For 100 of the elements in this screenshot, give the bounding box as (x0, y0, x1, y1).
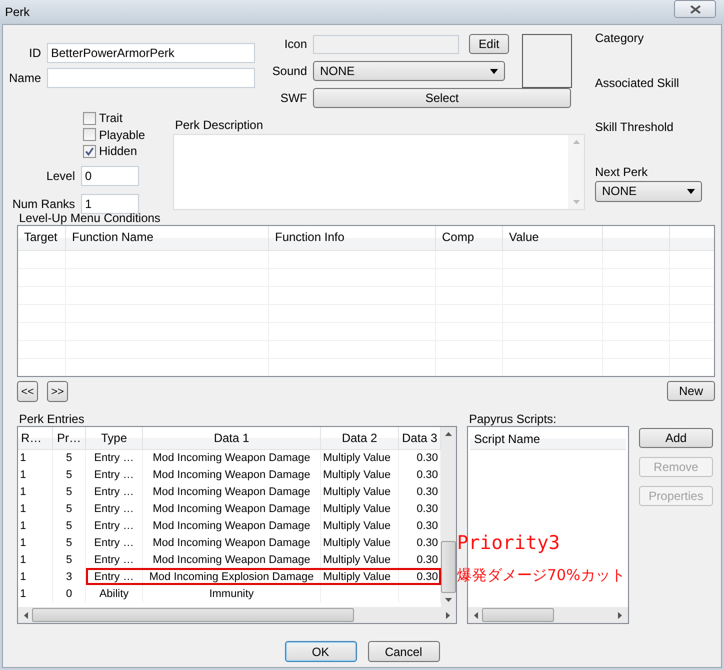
select-button[interactable]: Select (313, 88, 571, 108)
column-header[interactable]: Function Name (66, 226, 269, 250)
table-cell: Entry … (86, 569, 143, 586)
column-header[interactable]: Value (503, 226, 603, 250)
table-cell: 5 (53, 501, 86, 518)
new-button[interactable]: New (667, 381, 715, 401)
table-cell: 1 (18, 586, 53, 603)
close-icon (690, 4, 700, 14)
table-cell: Mod Incoming Explosion Damage (143, 569, 321, 586)
table-cell: Mod Incoming Weapon Damage (143, 518, 321, 535)
annotation-title: Priority3 (457, 532, 561, 554)
dropdown-arrow-icon (490, 68, 498, 74)
papyrus-scripts-label: Papyrus Scripts: (469, 412, 558, 426)
swf-label: SWF (279, 91, 307, 105)
next-perk-label: Next Perk (595, 164, 649, 180)
id-label: ID (28, 46, 41, 60)
table-cell: Entry … (86, 484, 143, 501)
table-cell: Mod Incoming Weapon Damage (143, 552, 321, 569)
id-field[interactable]: BetterPowerArmorPerk (47, 43, 255, 63)
table-cell: Mod Incoming Weapon Damage (143, 535, 321, 552)
table-cell: 5 (53, 518, 86, 535)
column-header[interactable]: Target (18, 226, 66, 250)
checkbox[interactable]: Trait (83, 110, 173, 126)
column-header[interactable]: Pr… (53, 427, 86, 449)
scrollbar[interactable] (468, 607, 628, 623)
table-cell: Entry … (86, 552, 143, 569)
script-action-button[interactable]: Add (639, 428, 713, 448)
scroll-up-icon (445, 432, 452, 436)
edit-button[interactable]: Edit (469, 34, 509, 54)
table-cell: Ability (86, 586, 143, 603)
column-header[interactable]: Comp (436, 226, 503, 250)
table-cell: 1 (18, 467, 53, 484)
name-label: Name (8, 71, 41, 85)
table-cell: Multiply Value (321, 484, 399, 501)
scrollbar[interactable] (441, 427, 456, 607)
table-cell: 1 (18, 450, 53, 467)
table-cell: Multiply Value (321, 450, 399, 467)
next-button[interactable]: >> (47, 381, 68, 402)
sound-dropdown[interactable]: NONE (313, 61, 505, 81)
dialog-button[interactable]: Cancel (368, 641, 440, 662)
table-cell: Multiply Value (321, 501, 399, 518)
close-button[interactable] (674, 0, 716, 18)
table-cell: Entry … (86, 518, 143, 535)
table-cell: 0 (53, 586, 86, 603)
table-cell: Multiply Value (321, 535, 399, 552)
num-ranks-field[interactable]: 1 (81, 194, 139, 214)
scroll-down-icon (572, 200, 580, 204)
sound-label: Sound (271, 64, 307, 78)
table-cell: 1 (18, 518, 53, 535)
level-label: Level (45, 168, 75, 182)
previous-button[interactable]: << (17, 381, 38, 402)
table-cell: Multiply Value (321, 552, 399, 569)
perk-entries-label: Perk Entries (19, 412, 86, 426)
table-cell: 1 (18, 535, 53, 552)
table-cell: 1 (18, 569, 53, 586)
table-cell: Entry … (86, 501, 143, 518)
scrollbar[interactable] (18, 607, 456, 623)
level-field[interactable]: 0 (81, 166, 139, 186)
checkbox-label: Playable (99, 128, 146, 142)
table-cell: Multiply Value (321, 518, 399, 535)
conditions-label: Level-Up Menu Conditions (19, 211, 162, 225)
table-cell: 5 (53, 484, 86, 501)
scroll-left-icon (474, 612, 478, 618)
column-header[interactable]: Type (86, 427, 143, 449)
column-header[interactable]: R… (18, 427, 53, 449)
table-cell: 1 (18, 484, 53, 501)
table-cell: Mod Incoming Weapon Damage (143, 450, 321, 467)
scroll-thumb[interactable] (482, 608, 554, 622)
dialog-button[interactable]: OK (284, 641, 356, 662)
table-cell: Multiply Value (321, 569, 399, 586)
scroll-thumb[interactable] (441, 541, 456, 593)
table-cell: 5 (53, 552, 86, 569)
scroll-left-icon (24, 612, 28, 618)
name-field[interactable] (47, 68, 255, 88)
annotation-note: 爆発ダメージ70%カット (457, 566, 626, 585)
column-header[interactable]: Data 1 (143, 427, 321, 449)
checkbox[interactable]: Hidden (83, 143, 173, 160)
scroll-right-icon (446, 612, 450, 618)
scroll-up-icon (572, 140, 580, 144)
checkmark-icon (85, 146, 94, 156)
table-cell: Entry … (86, 450, 143, 467)
associated-skill-label: Associated Skill (595, 76, 680, 92)
icon-preview-box (522, 34, 572, 88)
column-header[interactable]: Data 2 (321, 427, 399, 449)
scroll-right-icon (618, 612, 622, 618)
scroll-thumb[interactable] (32, 608, 354, 622)
table-cell: Entry … (86, 467, 143, 484)
table-cell: Mod Incoming Weapon Damage (143, 467, 321, 484)
table-cell: Mod Incoming Weapon Damage (143, 484, 321, 501)
window-title: Perk (5, 5, 30, 19)
checkbox-label: Hidden (99, 144, 138, 158)
table-cell: 5 (53, 535, 86, 552)
table-cell: 5 (53, 467, 86, 484)
scrollbar[interactable] (568, 135, 584, 209)
description-field[interactable] (173, 134, 585, 210)
checkbox[interactable]: Playable (83, 126, 173, 143)
dropdown-arrow-icon (687, 188, 695, 194)
table-cell: Entry … (86, 535, 143, 552)
next-perk-dropdown[interactable]: NONE (595, 180, 702, 202)
column-header[interactable]: Function Info (269, 226, 436, 250)
